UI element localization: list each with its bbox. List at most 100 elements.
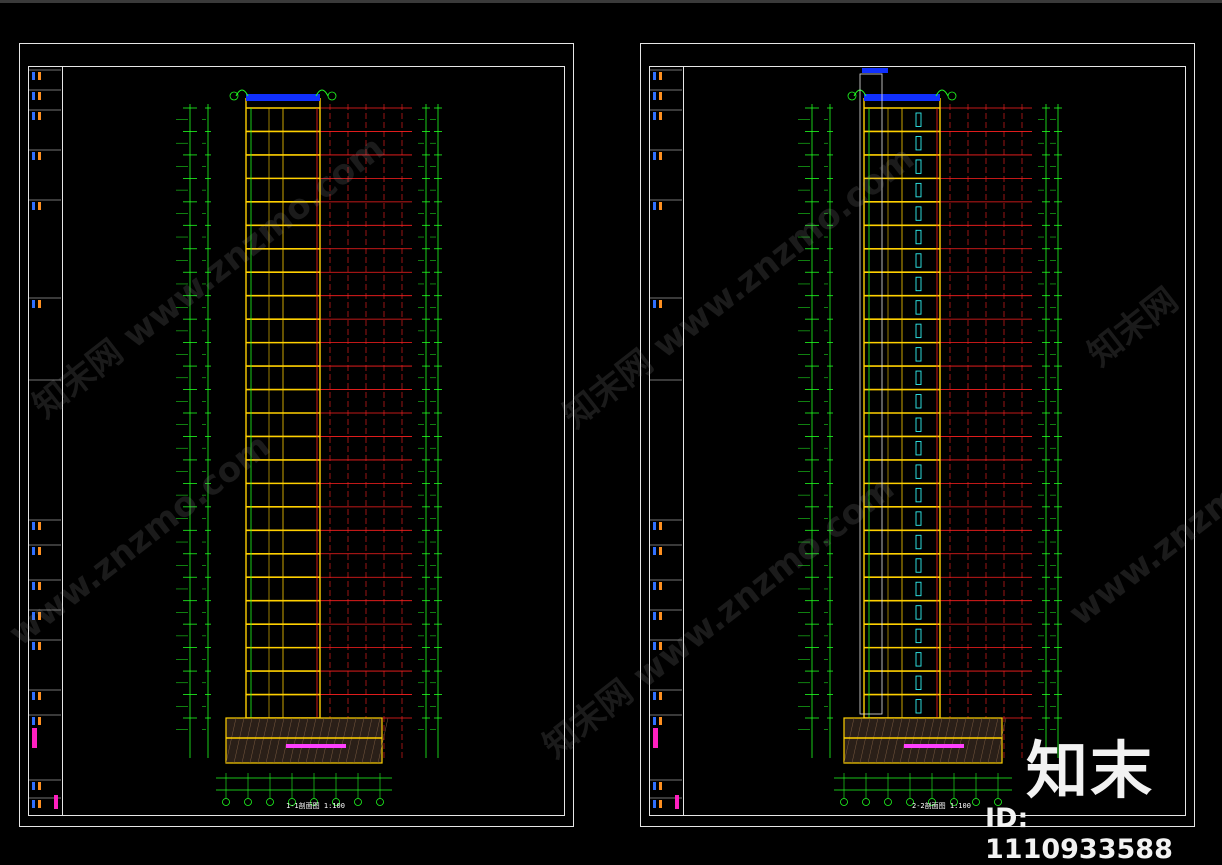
title-block-mark: [653, 717, 656, 725]
window-opening: [915, 464, 922, 479]
title-block-mark: [38, 692, 41, 700]
title-block-mark: [32, 612, 35, 620]
title-block-mark: [653, 642, 656, 650]
title-block-mark: [653, 692, 656, 700]
window-opening: [915, 441, 922, 456]
title-block-mark: [653, 522, 656, 530]
title-block-mark: [653, 582, 656, 590]
title-block-mark: [38, 202, 41, 210]
title-block-mark: [653, 92, 656, 100]
title-block-mark: [32, 717, 35, 725]
basement-label-bar: [904, 744, 964, 748]
window-opening: [915, 417, 922, 432]
window-opening: [915, 558, 922, 573]
title-block-mark: [659, 547, 662, 555]
title-block-mark: [653, 800, 656, 808]
title-block-mark: [659, 92, 662, 100]
title-block-stamp: [32, 728, 37, 748]
axis-bubble: [947, 91, 957, 101]
title-block-mark: [38, 717, 41, 725]
window-opening: [915, 323, 922, 339]
title-block-stamp: [653, 728, 658, 748]
title-block-mark: [653, 72, 656, 80]
title-block-mark: [659, 522, 662, 530]
window-opening: [915, 136, 922, 151]
window-opening: [915, 300, 922, 315]
title-block-mark: [659, 642, 662, 650]
window-opening: [915, 347, 922, 362]
axis-bubble: [884, 798, 892, 806]
title-block-stamp: [54, 795, 58, 809]
basement-section: [225, 717, 383, 764]
title-block-mark: [38, 612, 41, 620]
brand-logo: 知末: [1026, 734, 1155, 807]
axis-bubble: [862, 798, 870, 806]
title-block-mark: [38, 522, 41, 530]
title-block-stamp: [675, 795, 679, 809]
title-block-mark: [659, 202, 662, 210]
window-opening: [915, 112, 922, 127]
drawing-title-1: 1-1剖面图 1:100: [286, 802, 345, 810]
drawing-title-2: 2-2剖面图 1:100: [912, 802, 971, 810]
window-opening: [915, 370, 922, 385]
title-block-mark: [653, 547, 656, 555]
title-block-mark: [659, 72, 662, 80]
title-block-mark: [32, 522, 35, 530]
axis-bubble: [244, 798, 252, 806]
axis-bubble: [840, 798, 848, 806]
axis-bubble: [266, 798, 274, 806]
title-block-mark: [32, 782, 35, 790]
title-block-mark: [659, 300, 662, 308]
title-block-mark: [659, 692, 662, 700]
title-block-mark: [38, 152, 41, 160]
title-block-mark: [32, 72, 35, 80]
title-block-mark: [653, 612, 656, 620]
title-block-mark: [653, 300, 656, 308]
window-opening: [915, 652, 922, 667]
window-opening: [915, 276, 922, 292]
window-opening: [915, 675, 922, 690]
axis-bubble: [222, 798, 230, 806]
window-opening: [915, 182, 922, 198]
title-block-mark: [38, 782, 41, 790]
window-opening: [915, 511, 922, 526]
title-block-mark: [32, 300, 35, 308]
title-block-mark: [653, 152, 656, 160]
window-opening: [915, 253, 922, 268]
window-opening: [915, 534, 922, 550]
axis-bubble: [847, 91, 857, 101]
title-block-mark: [659, 612, 662, 620]
title-block-mark: [38, 642, 41, 650]
roof-parapet: [864, 94, 940, 101]
title-block-mark: [653, 112, 656, 120]
window-opening: [915, 229, 922, 245]
axis-bubble: [229, 91, 239, 101]
title-block-mark: [38, 72, 41, 80]
title-block-mark: [38, 547, 41, 555]
title-block-mark: [653, 202, 656, 210]
image-id-label: ID: 1110933588: [985, 803, 1173, 865]
core-roof: [862, 68, 888, 73]
axis-bubble: [972, 798, 980, 806]
title-block-mark: [32, 582, 35, 590]
basement-section: [843, 717, 1003, 764]
title-block-mark: [659, 717, 662, 725]
title-block-mark: [32, 92, 35, 100]
window-opening: [915, 206, 922, 221]
title-block-mark: [32, 642, 35, 650]
title-block-mark: [38, 582, 41, 590]
window-opening: [915, 699, 922, 714]
title-block-mark: [38, 92, 41, 100]
axis-bubble: [327, 91, 337, 101]
window-opening: [915, 159, 922, 174]
axis-bubble: [376, 798, 384, 806]
title-block-mark: [32, 692, 35, 700]
axis-bubble: [354, 798, 362, 806]
title-block-mark: [659, 152, 662, 160]
window-opening: [915, 487, 922, 503]
window-opening: [915, 628, 922, 644]
window-opening: [915, 394, 922, 409]
title-block-mark: [32, 547, 35, 555]
title-block-mark: [38, 112, 41, 120]
title-block-mark: [659, 582, 662, 590]
